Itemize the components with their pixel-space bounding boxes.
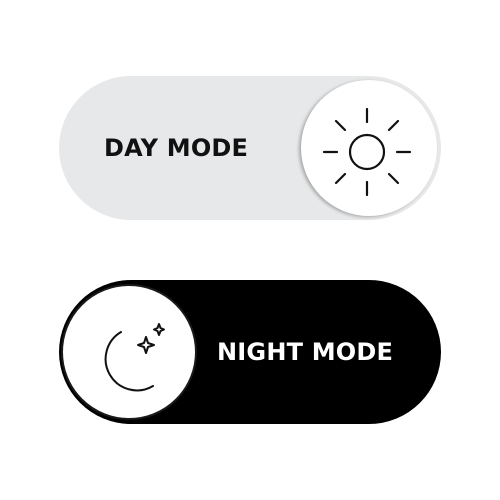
mode-toggles: DAY MODE NIGHT MODE [0, 0, 500, 500]
night-mode-toggle[interactable]: NIGHT MODE [59, 280, 441, 424]
day-mode-toggle[interactable]: DAY MODE [59, 76, 441, 220]
sun-icon [322, 107, 412, 197]
night-mode-label: NIGHT MODE [217, 338, 394, 366]
moon-stars-icon [104, 323, 165, 392]
night-mode-knob[interactable] [61, 284, 197, 420]
day-mode-label: DAY MODE [104, 134, 249, 162]
day-mode-knob[interactable] [301, 80, 437, 216]
